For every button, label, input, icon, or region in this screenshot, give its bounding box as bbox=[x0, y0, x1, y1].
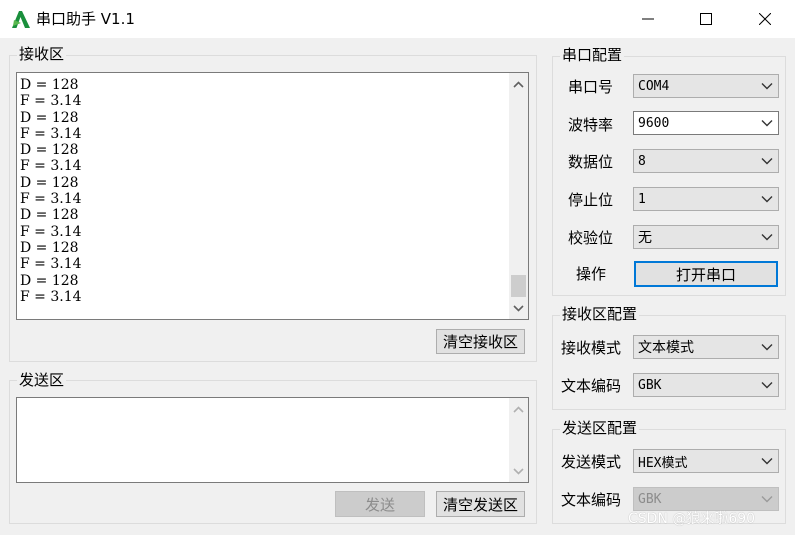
minimize-icon bbox=[642, 18, 654, 20]
databits-label: 数据位 bbox=[568, 153, 614, 171]
receive-line: D = 128 bbox=[20, 109, 79, 126]
send-config-title: 发送区配置 bbox=[560, 419, 640, 437]
open-port-button[interactable]: 打开串口 bbox=[634, 261, 778, 287]
close-button[interactable] bbox=[739, 0, 791, 38]
watermark: CSDN @狼来啦690 bbox=[628, 511, 756, 527]
parity-select[interactable]: 无 bbox=[633, 225, 779, 249]
send-encoding-label: 文本编码 bbox=[561, 491, 622, 509]
scroll-down-button[interactable] bbox=[509, 299, 528, 317]
chevron-down-icon bbox=[513, 467, 524, 475]
receive-mode-value: 文本模式 bbox=[638, 340, 694, 356]
receive-line: F = 3.14 bbox=[20, 93, 82, 110]
send-group-title: 发送区 bbox=[17, 371, 67, 389]
close-icon bbox=[759, 13, 771, 25]
scroll-up-button[interactable] bbox=[509, 400, 528, 418]
baud-combobox[interactable]: 9600 bbox=[633, 111, 779, 135]
app-icon bbox=[12, 11, 30, 28]
scroll-thumb[interactable] bbox=[511, 275, 526, 297]
clear-send-button[interactable]: 清空发送区 bbox=[436, 491, 525, 517]
title-bar[interactable]: 串口助手 V1.1 bbox=[0, 0, 795, 38]
receive-line: F = 3.14 bbox=[20, 125, 82, 142]
receive-mode-label: 接收模式 bbox=[561, 339, 622, 357]
receive-scrollbar[interactable] bbox=[509, 73, 528, 319]
receive-encoding-value: GBK bbox=[638, 377, 662, 393]
chevron-up-icon bbox=[513, 405, 524, 413]
chevron-down-icon bbox=[761, 120, 773, 127]
receive-encoding-label: 文本编码 bbox=[561, 377, 622, 395]
clear-receive-button[interactable]: 清空接收区 bbox=[436, 329, 525, 354]
chevron-down-icon bbox=[761, 83, 773, 90]
receive-line: F = 3.14 bbox=[20, 158, 82, 175]
receive-line: D = 128 bbox=[20, 142, 79, 159]
minimize-button[interactable] bbox=[622, 0, 674, 38]
chevron-down-icon bbox=[761, 458, 773, 465]
chevron-down-icon bbox=[761, 234, 773, 241]
databits-select[interactable]: 8 bbox=[633, 149, 779, 173]
receive-mode-select[interactable]: 文本模式 bbox=[633, 335, 779, 359]
stopbits-select[interactable]: 1 bbox=[633, 187, 779, 211]
receive-line: F = 3.14 bbox=[20, 191, 82, 208]
databits-value: 8 bbox=[638, 153, 646, 169]
parity-value: 无 bbox=[638, 230, 652, 246]
stopbits-value: 1 bbox=[638, 191, 646, 207]
receive-line: D = 128 bbox=[20, 207, 79, 224]
send-scrollbar[interactable] bbox=[509, 398, 528, 482]
send-mode-label: 发送模式 bbox=[561, 453, 622, 471]
send-mode-value: HEX模式 bbox=[638, 455, 688, 471]
receive-line: D = 128 bbox=[20, 239, 79, 256]
receive-line: F = 3.14 bbox=[20, 223, 82, 240]
chevron-down-icon bbox=[761, 382, 773, 389]
stopbits-label: 停止位 bbox=[568, 191, 614, 209]
send-button[interactable]: 发送 bbox=[335, 491, 425, 517]
maximize-button[interactable] bbox=[680, 0, 732, 38]
send-mode-select[interactable]: HEX模式 bbox=[633, 449, 779, 473]
chevron-down-icon bbox=[761, 344, 773, 351]
baud-value: 9600 bbox=[638, 115, 670, 131]
receive-line: D = 128 bbox=[20, 174, 79, 191]
operation-label: 操作 bbox=[576, 265, 607, 283]
receive-group-title: 接收区 bbox=[17, 45, 67, 63]
chevron-up-icon bbox=[513, 80, 524, 88]
receive-encoding-select[interactable]: GBK bbox=[633, 373, 779, 397]
baud-label: 波特率 bbox=[568, 116, 614, 134]
scroll-up-button[interactable] bbox=[509, 75, 528, 93]
receive-line: F = 3.14 bbox=[20, 288, 82, 305]
parity-label: 校验位 bbox=[568, 229, 614, 247]
maximize-icon bbox=[700, 13, 712, 25]
receive-content: D = 128 F = 3.14 D = 128 F = 3.14 D = 128 F =… bbox=[20, 77, 82, 305]
chevron-down-icon bbox=[761, 496, 773, 503]
receive-line: F = 3.14 bbox=[20, 256, 82, 273]
send-encoding-value: GBK bbox=[638, 491, 662, 507]
window-title: 串口助手 V1.1 bbox=[36, 10, 135, 28]
chevron-down-icon bbox=[761, 158, 773, 165]
chevron-down-icon bbox=[761, 196, 773, 203]
receive-textarea[interactable]: D = 128 F = 3.14 D = 128 F = 3.14 D = 128 F =… bbox=[16, 72, 529, 320]
port-value: COM4 bbox=[638, 78, 670, 94]
serial-config-title: 串口配置 bbox=[560, 46, 625, 64]
receive-line: D = 128 bbox=[20, 77, 79, 93]
receive-config-title: 接收区配置 bbox=[560, 305, 640, 323]
scroll-down-button[interactable] bbox=[509, 462, 528, 480]
send-textarea[interactable] bbox=[16, 397, 529, 483]
port-select[interactable]: COM4 bbox=[633, 74, 779, 98]
chevron-down-icon bbox=[513, 304, 524, 312]
port-label: 串口号 bbox=[568, 78, 614, 96]
receive-line: D = 128 bbox=[20, 272, 79, 289]
